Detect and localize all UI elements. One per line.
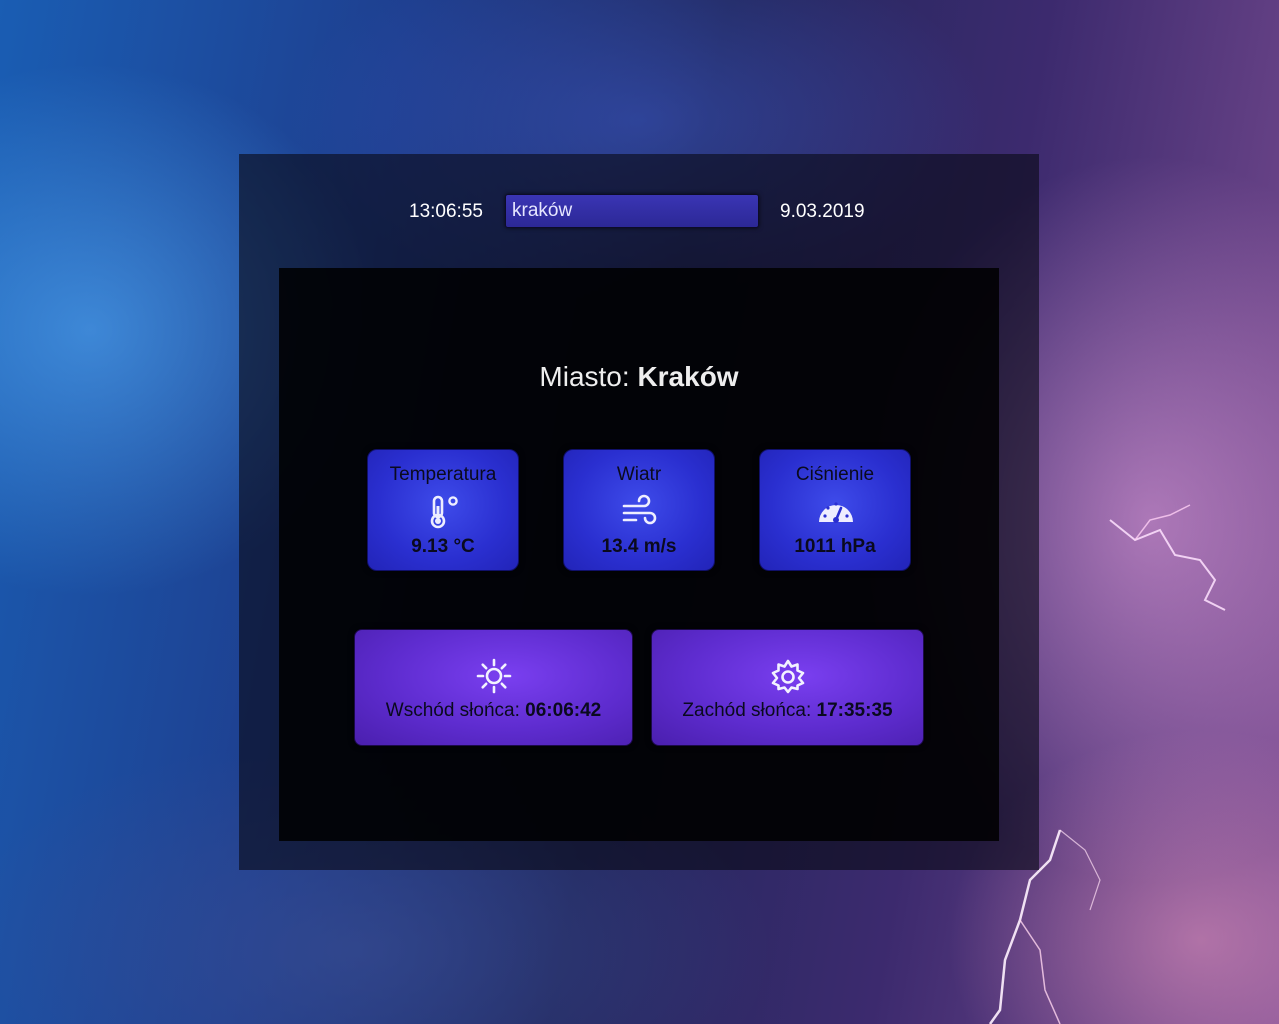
current-time: 13:06:55 xyxy=(409,201,483,222)
temperature-card: Temperatura 9.13 °C xyxy=(367,449,519,571)
sunset-text: Zachód słońca: 17:35:35 xyxy=(652,700,923,722)
sunset-icon xyxy=(771,659,805,694)
sunrise-card: Wschód słońca: 06:06:42 xyxy=(354,629,633,746)
top-bar: 13:06:55 9.03.2019 xyxy=(239,154,1039,268)
thermometer-icon xyxy=(430,495,458,529)
gauge-icon xyxy=(819,502,853,523)
sunset-time: 17:35:35 xyxy=(816,700,893,721)
sunrise-text: Wschód słońca: 06:06:42 xyxy=(355,700,632,722)
city-search-input[interactable] xyxy=(505,194,759,228)
current-date: 9.03.2019 xyxy=(780,201,865,222)
weather-content: Miasto: Kraków Temperatura 9.13 °C Wiatr xyxy=(279,268,999,841)
sunrise-time: 06:06:42 xyxy=(525,700,602,721)
wind-label: Wiatr xyxy=(616,464,662,485)
wind-value: 13.4 m/s xyxy=(601,536,677,557)
pressure-label: Ciśnienie xyxy=(795,464,875,485)
wind-card: Wiatr 13.4 m/s xyxy=(563,449,715,571)
weather-panel: 13:06:55 9.03.2019 Miasto: Kraków Temper… xyxy=(239,154,1039,870)
wind-icon xyxy=(622,494,657,525)
temperature-value: 9.13 °C xyxy=(411,536,475,557)
sun-icon xyxy=(476,658,512,694)
city-name: Kraków xyxy=(637,361,739,392)
sunset-card: Zachód słońca: 17:35:35 xyxy=(651,629,924,746)
pressure-value: 1011 hPa xyxy=(794,536,876,557)
city-heading: Miasto: Kraków xyxy=(279,360,999,394)
sunrise-label: Wschód słońca: xyxy=(385,700,520,721)
city-prefix: Miasto: xyxy=(539,361,630,392)
temperature-label: Temperatura xyxy=(389,464,497,485)
sunset-label: Zachód słońca: xyxy=(682,700,812,721)
pressure-card: Ciśnienie 1011 hPa xyxy=(759,449,911,571)
